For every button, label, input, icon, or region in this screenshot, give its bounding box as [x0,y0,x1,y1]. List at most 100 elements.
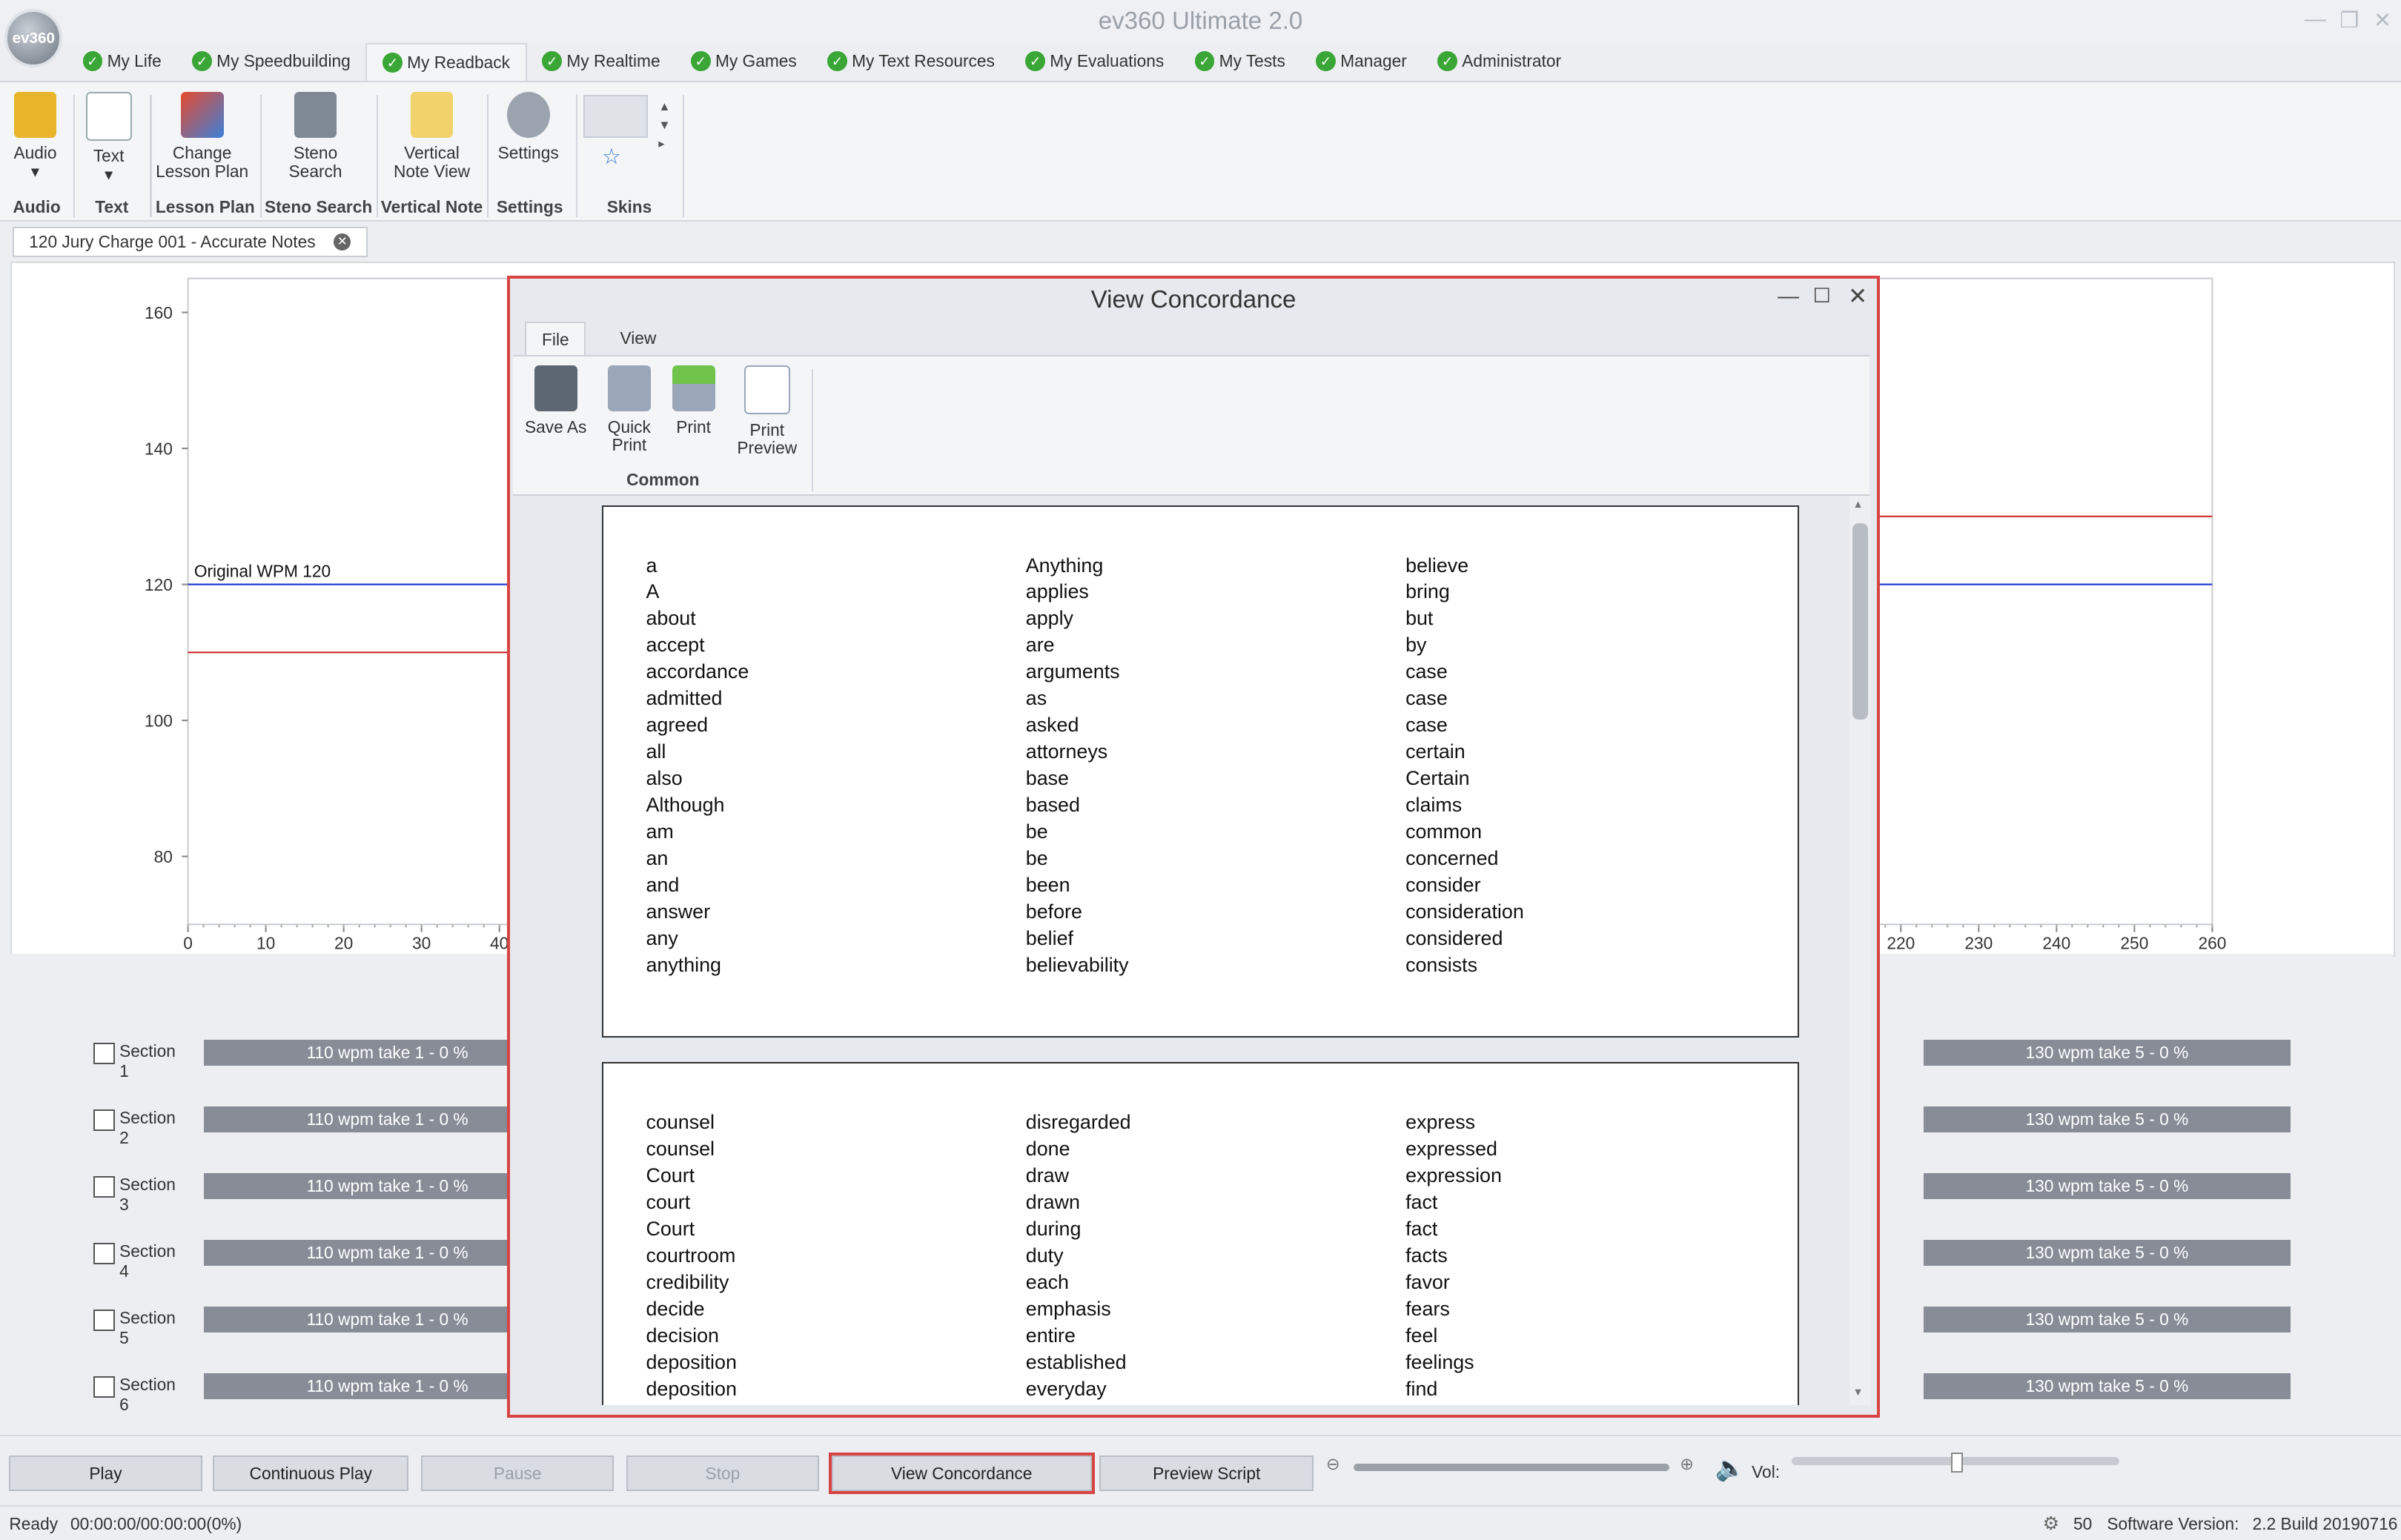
dialog-maximize-icon[interactable]: ☐ [1813,285,1831,308]
print-button[interactable]: Print [666,365,721,436]
section-label: Section 4 [119,1241,176,1281]
printer-icon [607,365,651,412]
print-preview-button[interactable]: Print Preview [730,365,804,457]
change-lesson-plan-button[interactable]: Change Lesson Plan [153,91,251,181]
section-checkbox[interactable] [93,1109,115,1131]
concordance-word: case [1405,660,1448,683]
document-tab-label: 120 Jury Charge 001 - Accurate Notes [29,231,316,251]
dialog-minimize-icon[interactable]: — [1778,285,1799,309]
dialog-tab-file[interactable]: File [525,321,586,357]
dialog-title: View Concordance [1090,285,1296,313]
concordance-word: express [1405,1111,1476,1134]
concordance-word: decision [646,1324,719,1347]
concordance-word: believe [1405,554,1469,577]
close-icon[interactable]: ✕ [2374,7,2391,33]
section-checkbox[interactable] [93,1242,115,1264]
scrollbar-thumb[interactable] [1852,523,1868,720]
floppy-icon [534,365,577,412]
app-logo[interactable]: ev360 [4,9,63,67]
version-value: 2.2 Build 20190716 [2252,1513,2398,1533]
concordance-word: feel [1405,1324,1438,1347]
section-checkbox[interactable] [93,1042,115,1064]
tab-my-realtime[interactable]: ✓ My Realtime [527,43,676,80]
preview-script-button[interactable]: Preview Script [1099,1456,1314,1491]
settings-button[interactable]: Settings [493,91,563,163]
change-lesson-plan-label: Change Lesson Plan [156,143,249,181]
text-button[interactable]: Text ▾ [79,91,137,184]
volume-label: Vol: [1752,1461,1781,1481]
concordance-word: draw [1025,1164,1069,1187]
take-bar-right[interactable]: 130 wpm take 5 - 0 % [1923,1039,2291,1066]
minimize-icon[interactable]: — [2305,7,2326,32]
tab-my-evaluations[interactable]: ✓ My Evaluations [1010,43,1179,80]
close-tab-icon[interactable]: ✕ [334,233,351,250]
restore-icon[interactable]: ❐ [2339,7,2359,33]
y-tick-label: 100 [145,711,173,731]
star-icon[interactable]: ☆ [602,144,621,170]
page1-col2: Anything applies apply are arguments as asked a… [1026,553,1129,979]
take-bar-right[interactable]: 130 wpm take 5 - 0 % [1923,1373,2291,1400]
skin-gallery-item[interactable] [583,94,648,138]
concordance-word: deposition [646,1377,737,1400]
tab-my-tests[interactable]: ✓ My Tests [1179,43,1301,80]
tab-administrator[interactable]: ✓ Administrator [1423,43,1577,80]
menu-tabs: ✓ My Life ✓ My Speedbuilding ✓ My Readback … [67,42,1577,82]
tab-my-readback[interactable]: ✓ My Readback [365,42,527,82]
take-bar-right[interactable]: 130 wpm take 5 - 0 % [1923,1106,2291,1132]
section-label: Section 3 [119,1174,176,1214]
volume-thumb[interactable] [1950,1453,1964,1473]
chart-annotation: Original WPM 120 [194,561,331,580]
network-icon: ⚙ [2042,1513,2059,1534]
concordance-word: counsel [646,1111,715,1134]
concordance-word: fact [1405,1218,1438,1241]
tab-my-speedbuilding[interactable]: ✓ My Speedbuilding [176,43,365,80]
document-tab[interactable]: 120 Jury Charge 001 - Accurate Notes ✕ [12,226,368,257]
view-concordance-button[interactable]: View Concordance [828,1453,1095,1494]
concordance-word: are [1025,634,1055,657]
concordance-word: fears [1405,1297,1450,1320]
concordance-word: be [1025,820,1048,843]
concordance-word: bring [1405,580,1450,603]
section-checkbox[interactable] [93,1309,115,1331]
section-checkbox[interactable] [93,1175,115,1198]
dialog-tab-view[interactable]: View [605,322,672,355]
tab-my-games[interactable]: ✓ My Games [675,43,812,80]
x-tick-label: 20 [334,934,353,953]
scroll-up-icon[interactable]: ▲ [1852,499,1863,511]
concordance-word: common [1405,820,1483,843]
concordance-word: disregarded [1025,1111,1131,1134]
continuous-play-button[interactable]: Continuous Play [213,1456,409,1491]
concordance-word: consists [1405,953,1478,976]
quick-print-button[interactable]: Quick Print [599,365,660,454]
scroll-down-icon[interactable]: ▼ [1852,1387,1863,1398]
audio-button[interactable]: Audio ▾ [6,91,64,181]
settings-label: Settings [497,143,559,163]
play-button[interactable]: Play [9,1456,202,1491]
playback-bar: Play Continuous Play Pause Stop View Con… [0,1434,2401,1507]
zoom-in-icon[interactable]: ⊕ [1680,1454,1694,1474]
vertical-note-view-button[interactable]: Vertical Note View [386,91,478,181]
concordance-word: apply [1025,607,1073,630]
steno-search-button[interactable]: Steno Search [273,91,359,181]
pause-button[interactable]: Pause [421,1456,615,1491]
y-tick-label: 140 [145,439,173,459]
section-checkbox[interactable] [93,1376,115,1398]
logo-text: ev360 [12,29,55,47]
concordance-word: claims [1405,793,1463,816]
tab-manager[interactable]: ✓ Manager [1301,43,1423,80]
save-as-button[interactable]: Save As [519,365,592,436]
zoom-out-icon[interactable]: ⊖ [1326,1454,1340,1474]
group-skins: Skins [606,197,652,217]
tab-my-life[interactable]: ✓ My Life [67,43,177,80]
gallery-scroll-icon[interactable]: ▲ ▼ ▸ [658,98,670,153]
speaker-icon[interactable]: 🔈 [1715,1454,1746,1483]
tab-my-text-resources[interactable]: ✓ My Text Resources [812,43,1010,80]
stop-button[interactable]: Stop [626,1456,819,1491]
concordance-word: attorneys [1025,740,1108,763]
take-bar-right[interactable]: 130 wpm take 5 - 0 % [1923,1239,2291,1266]
magnifier-page-icon [744,365,790,415]
dialog-close-icon[interactable]: ✕ [1848,283,1867,310]
take-bar-right[interactable]: 130 wpm take 5 - 0 % [1923,1172,2291,1199]
position-slider[interactable] [1354,1463,1669,1472]
take-bar-right[interactable]: 130 wpm take 5 - 0 % [1923,1306,2291,1332]
